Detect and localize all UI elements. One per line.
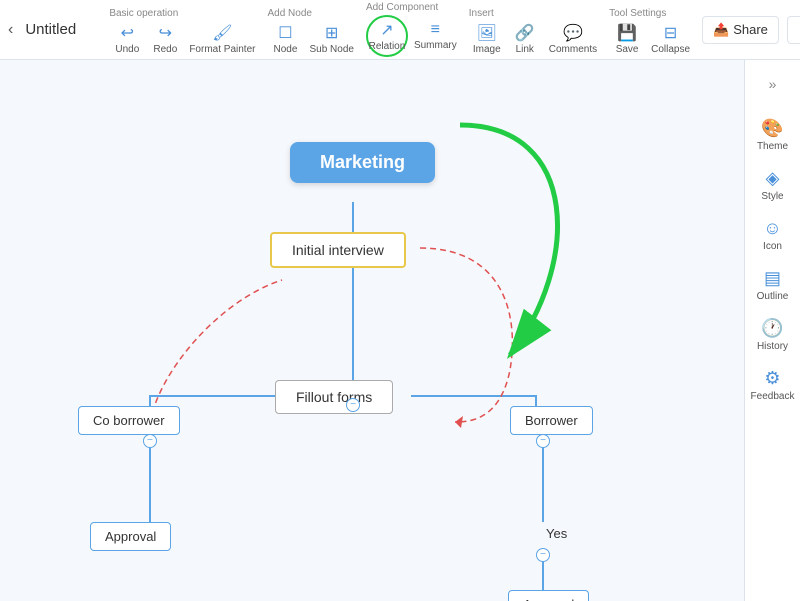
chevron-right-icon: » xyxy=(769,76,777,92)
back-button[interactable]: ‹ xyxy=(8,21,13,39)
link-label: Link xyxy=(516,44,534,55)
fillout-forms-node[interactable]: Fillout forms xyxy=(275,380,393,414)
group-label-add-node: Add Node xyxy=(267,8,311,19)
toolbar-group-basic: Basic operation ↩ Undo ↪ Redo 🖌 Format P… xyxy=(109,8,259,57)
sidebar-item-theme[interactable]: 🎨 Theme xyxy=(749,112,797,158)
collapse-label: Collapse xyxy=(651,44,690,55)
undo-label: Undo xyxy=(115,44,139,55)
format-painter-button[interactable]: 🖌 Format Painter xyxy=(185,21,259,57)
add-component-items: ↗ Relation ≡ Summary xyxy=(366,15,461,57)
sidebar-collapse-button[interactable]: » xyxy=(757,68,789,100)
style-icon: ◈ xyxy=(766,168,780,189)
toolbar-group-add-node: Add Node ☐ Node ⊞ Sub Node xyxy=(267,8,357,57)
comments-button[interactable]: 💬 Comments xyxy=(545,21,601,57)
theme-icon: 🎨 xyxy=(761,118,783,139)
toolbar-right: 📤 Share ⬆ Export xyxy=(702,16,800,44)
save-icon: 💾 xyxy=(617,23,637,43)
collapse-icon: ⊟ xyxy=(664,23,677,43)
export-button[interactable]: ⬆ Export xyxy=(787,16,800,44)
sidebar-item-icon[interactable]: ☺ Icon xyxy=(749,212,797,258)
toolbar: ‹ Untitled Basic operation ↩ Undo ↪ Redo… xyxy=(0,0,800,60)
summary-button[interactable]: ≡ Summary xyxy=(410,19,461,53)
undo-icon: ↩ xyxy=(121,23,134,43)
sidebar-item-feedback[interactable]: ⚙ Feedback xyxy=(749,362,797,408)
redo-button[interactable]: ↪ Redo xyxy=(147,21,183,57)
save-label: Save xyxy=(616,44,639,55)
history-icon: 🕐 xyxy=(761,318,783,339)
relation-label: Relation xyxy=(369,41,406,52)
yes-collapse[interactable]: − xyxy=(536,548,550,562)
sidebar-item-history[interactable]: 🕐 History xyxy=(749,312,797,358)
sidebar-item-style[interactable]: ◈ Style xyxy=(749,162,797,208)
style-label: Style xyxy=(761,191,783,202)
node-button[interactable]: ☐ Node xyxy=(267,21,303,57)
canvas[interactable]: Marketing Initial interview Fillout form… xyxy=(0,60,744,601)
outline-icon: ▤ xyxy=(764,268,781,289)
sub-node-icon: ⊞ xyxy=(325,23,338,43)
comments-icon: 💬 xyxy=(563,23,583,43)
share-icon: 📤 xyxy=(713,22,729,38)
marketing-node[interactable]: Marketing xyxy=(290,142,435,183)
approval-left-node[interactable]: Approval xyxy=(90,522,171,551)
insert-items: 🖼 Image 🔗 Link 💬 Comments xyxy=(469,21,601,57)
toolbar-group-add-component: Add Component ↗ Relation ≡ Summary xyxy=(366,2,461,57)
sub-node-button[interactable]: ⊞ Sub Node xyxy=(305,21,357,57)
group-label-basic: Basic operation xyxy=(109,8,178,19)
app-title: Untitled xyxy=(25,21,85,38)
format-painter-label: Format Painter xyxy=(189,44,255,55)
right-sidebar: » 🎨 Theme ◈ Style ☺ Icon ▤ Outline 🕐 His… xyxy=(744,60,800,601)
sidebar-item-outline[interactable]: ▤ Outline xyxy=(749,262,797,308)
relation-icon: ↗ xyxy=(380,20,393,40)
image-label: Image xyxy=(473,44,501,55)
summary-icon: ≡ xyxy=(431,21,440,39)
icon-label: Icon xyxy=(763,241,782,252)
redo-label: Redo xyxy=(153,44,177,55)
feedback-icon: ⚙ xyxy=(764,368,780,389)
outline-label: Outline xyxy=(757,291,789,302)
group-label-add-component: Add Component xyxy=(366,2,438,13)
format-painter-icon: 🖌 xyxy=(212,23,232,43)
add-node-items: ☐ Node ⊞ Sub Node xyxy=(267,21,357,57)
fillout-forms-collapse[interactable]: − xyxy=(346,398,360,412)
node-icon: ☐ xyxy=(278,23,292,43)
relation-button[interactable]: ↗ Relation xyxy=(366,15,408,57)
main-area: Marketing Initial interview Fillout form… xyxy=(0,60,800,601)
toolbar-group-tool-settings: Tool Settings 💾 Save ⊟ Collapse xyxy=(609,8,694,57)
co-borrower-node[interactable]: Co borrower xyxy=(78,406,180,435)
node-label: Node xyxy=(274,44,298,55)
icon-icon: ☺ xyxy=(763,218,781,239)
theme-label: Theme xyxy=(757,141,788,152)
sub-node-label: Sub Node xyxy=(309,44,353,55)
image-icon: 🖼 xyxy=(477,23,497,43)
yes-node[interactable]: Yes xyxy=(536,522,577,545)
image-button[interactable]: 🖼 Image xyxy=(469,21,505,57)
borrower-node[interactable]: Borrower xyxy=(510,406,593,435)
share-button[interactable]: 📤 Share xyxy=(702,16,779,44)
history-label: History xyxy=(757,341,788,352)
redo-icon: ↪ xyxy=(159,23,172,43)
initial-interview-node[interactable]: Initial interview xyxy=(270,232,406,268)
tool-settings-items: 💾 Save ⊟ Collapse xyxy=(609,21,694,57)
basic-items: ↩ Undo ↪ Redo 🖌 Format Painter xyxy=(109,21,259,57)
approval-right-node[interactable]: Approval xyxy=(508,590,589,601)
co-borrower-collapse[interactable]: − xyxy=(143,434,157,448)
save-button[interactable]: 💾 Save xyxy=(609,21,645,57)
comments-label: Comments xyxy=(549,44,597,55)
toolbar-groups: Basic operation ↩ Undo ↪ Redo 🖌 Format P… xyxy=(109,2,702,57)
toolbar-group-insert: Insert 🖼 Image 🔗 Link 💬 Comments xyxy=(469,8,601,57)
feedback-label: Feedback xyxy=(751,391,795,402)
borrower-collapse[interactable]: − xyxy=(536,434,550,448)
link-button[interactable]: 🔗 Link xyxy=(507,21,543,57)
link-icon: 🔗 xyxy=(515,23,535,43)
undo-button[interactable]: ↩ Undo xyxy=(109,21,145,57)
group-label-tool-settings: Tool Settings xyxy=(609,8,666,19)
summary-label: Summary xyxy=(414,40,457,51)
share-label: Share xyxy=(733,22,768,37)
collapse-button[interactable]: ⊟ Collapse xyxy=(647,21,694,57)
group-label-insert: Insert xyxy=(469,8,494,19)
